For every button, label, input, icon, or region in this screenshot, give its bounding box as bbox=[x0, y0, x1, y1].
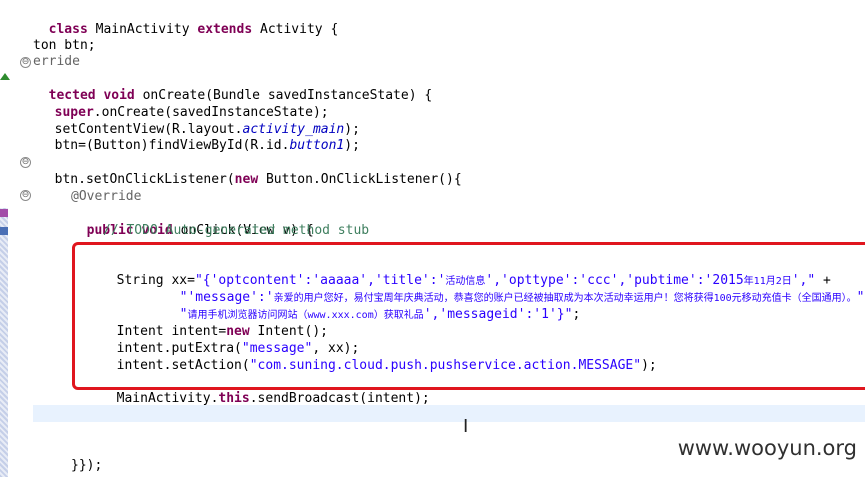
code-text: ; bbox=[572, 307, 581, 322]
annotation: @Override bbox=[71, 189, 142, 204]
code-line[interactable]: ton btn; bbox=[33, 37, 96, 54]
code-line[interactable]: super.onCreate(savedInstanceState); bbox=[39, 87, 329, 120]
fold-toggle-icon[interactable]: ⊖ bbox=[20, 190, 31, 201]
overview-ruler[interactable] bbox=[0, 208, 8, 477]
code-text: }}); bbox=[71, 458, 103, 473]
string-literal: "com.suning.cloud.push.pushservice.actio… bbox=[249, 358, 642, 373]
current-line-highlight bbox=[33, 405, 865, 422]
fold-toggle-icon[interactable]: ⊖ bbox=[20, 57, 31, 68]
code-line[interactable]: intent.putExtra("message", xx); bbox=[101, 323, 360, 356]
bookmark-marker-icon[interactable] bbox=[0, 209, 8, 217]
code-line[interactable]: }}); bbox=[71, 457, 102, 474]
code-line[interactable]: MainActivity.this.sendBroadcast(intent); bbox=[101, 373, 430, 406]
code-text: ton btn; bbox=[33, 38, 96, 53]
code-line[interactable]: erride bbox=[33, 53, 80, 70]
static-field: button1 bbox=[289, 138, 345, 153]
code-text: Activity { bbox=[252, 22, 339, 37]
keyword: new bbox=[234, 172, 259, 187]
code-text: erride bbox=[33, 54, 80, 69]
string-literal: " bbox=[856, 290, 865, 305]
code-line[interactable]: class MainActivity extends Activity { bbox=[33, 4, 339, 37]
editor-gutter bbox=[0, 0, 8, 477]
code-text: intent.setAction( bbox=[116, 358, 250, 373]
code-text: ); bbox=[641, 358, 657, 373]
code-line[interactable]: String xx="{'optcontent':'aaaaa','title'… bbox=[101, 255, 831, 288]
code-line[interactable]: btn=(Button)findViewById(R.id.button1); bbox=[39, 120, 360, 153]
code-line[interactable]: tected void onCreate(Bundle savedInstanc… bbox=[33, 70, 433, 103]
code-text: btn.setOnClickListener( bbox=[54, 172, 235, 187]
fold-toggle-icon[interactable]: ⊖ bbox=[20, 157, 31, 168]
task-marker-icon[interactable] bbox=[0, 227, 8, 235]
code-text: Button.OnClickListener(){ bbox=[258, 172, 462, 187]
code-text: MainActivity. bbox=[116, 391, 219, 406]
code-line[interactable]: "'message':'亲爱的用户您好，易付宝周年庆典活动，恭喜您的账户已经被抽… bbox=[164, 272, 865, 305]
text-cursor-icon: I bbox=[463, 416, 469, 437]
code-text: MainActivity bbox=[87, 22, 198, 37]
code-line[interactable]: btn.setOnClickListener(new Button.OnClic… bbox=[39, 154, 462, 187]
code-line[interactable]: setContentView(R.layout.activity_main); bbox=[39, 104, 360, 137]
keyword: extends bbox=[197, 22, 253, 37]
code-line[interactable]: Intent intent=new Intent(); bbox=[101, 306, 328, 339]
code-line[interactable]: intent.setAction("com.suning.cloud.push.… bbox=[101, 340, 657, 373]
code-text: ); bbox=[344, 138, 360, 153]
override-marker-icon[interactable] bbox=[0, 73, 10, 80]
code-line[interactable]: "请用手机浏览器访问网站（www.xxx.com）获取礼品','messagei… bbox=[164, 289, 581, 322]
code-line[interactable]: @Override bbox=[71, 188, 141, 205]
keyword: this bbox=[218, 391, 250, 406]
keyword: class bbox=[48, 22, 88, 37]
code-text: .sendBroadcast(intent); bbox=[249, 391, 430, 406]
code-line[interactable]: // TODO Auto-generated method stub bbox=[103, 222, 369, 239]
code-line[interactable]: public void onClick(View v) { bbox=[71, 205, 314, 238]
string-literal: ','messageid':'1'}" bbox=[423, 307, 573, 322]
watermark: www.wooyun.org bbox=[677, 436, 857, 460]
comment: // TODO Auto-generated method stub bbox=[103, 223, 370, 238]
code-text: btn=(Button)findViewById(R.id. bbox=[54, 138, 290, 153]
